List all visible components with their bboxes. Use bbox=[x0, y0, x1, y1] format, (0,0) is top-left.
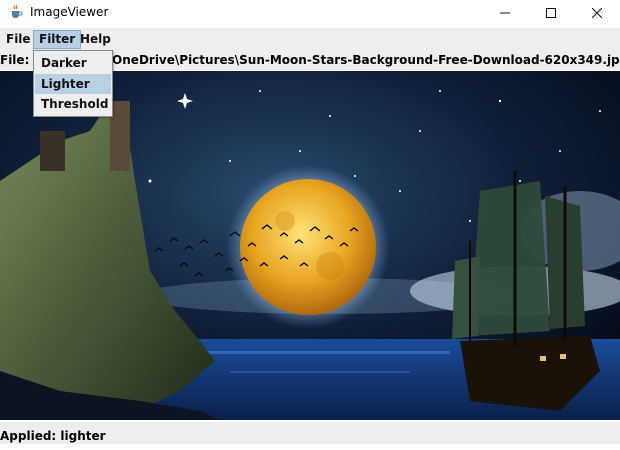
window-title: ImageViewer bbox=[30, 5, 109, 19]
menu-item-lighter[interactable]: Lighter bbox=[35, 74, 111, 94]
minimize-button[interactable] bbox=[482, 0, 528, 26]
close-button[interactable] bbox=[574, 0, 620, 26]
image-canvas bbox=[0, 71, 620, 420]
status-bar: Applied: lighter bbox=[0, 422, 620, 444]
menu-item-darker[interactable]: Darker bbox=[35, 53, 111, 73]
close-icon bbox=[592, 8, 602, 18]
status-text: Applied: lighter bbox=[0, 429, 106, 443]
maximize-button[interactable] bbox=[528, 0, 574, 26]
menu-item-threshold[interactable]: Threshold bbox=[35, 94, 111, 114]
minimize-icon bbox=[500, 12, 510, 14]
menu-help[interactable]: Help bbox=[75, 30, 116, 49]
title-bar: ImageViewer bbox=[0, 0, 620, 26]
java-cup-icon bbox=[12, 4, 23, 18]
menu-file[interactable]: File bbox=[1, 30, 36, 49]
menu-filter[interactable]: Filter bbox=[33, 30, 82, 49]
maximize-icon bbox=[546, 8, 556, 18]
filter-dropdown-menu: Darker Lighter Threshold bbox=[33, 50, 113, 117]
menu-bar: File Filter Help bbox=[0, 28, 620, 50]
night-sea-moon-ship-image bbox=[0, 71, 620, 420]
